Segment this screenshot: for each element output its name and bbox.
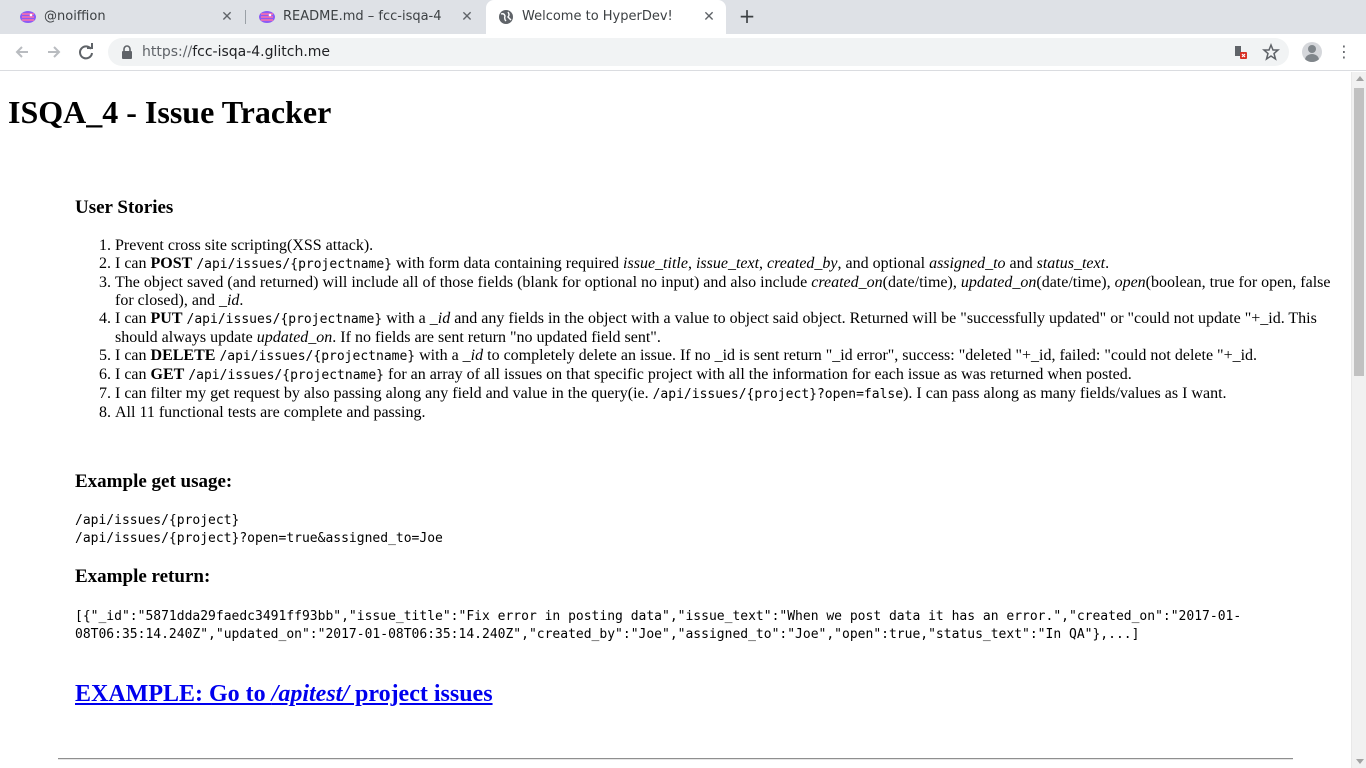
scroll-up-arrow-icon[interactable] <box>1356 76 1364 81</box>
address-bar[interactable]: https://fcc-isqa-4.glitch.me <box>108 38 1289 66</box>
user-stories-list: Prevent cross site scripting(XSS attack)… <box>75 237 1337 422</box>
close-icon[interactable]: ✕ <box>219 9 235 25</box>
tab-title: Welcome to HyperDev! <box>522 9 673 24</box>
back-arrow-icon[interactable] <box>11 41 33 63</box>
reload-icon[interactable] <box>75 41 97 63</box>
lock-icon[interactable] <box>121 45 133 59</box>
list-item: I can POST /api/issues/{projectname} wit… <box>115 255 1337 274</box>
tab-title: README.md – fcc-isqa-4 <box>283 9 442 24</box>
list-item: I can PUT /api/issues/{projectname} with… <box>115 310 1337 347</box>
tab-title: @noiffion <box>44 9 106 24</box>
scroll-thumb[interactable] <box>1354 88 1364 376</box>
web-page: ISQA_4 - Issue Tracker User Stories Prev… <box>0 72 1351 768</box>
scroll-down-arrow-icon[interactable] <box>1356 759 1364 764</box>
glitch-fish-icon <box>20 11 36 23</box>
page-scrollbar[interactable] <box>1351 72 1366 768</box>
example-get-code: /api/issues/{project}/api/issues/{projec… <box>75 513 443 546</box>
example-get-heading: Example get usage: <box>75 471 233 492</box>
user-stories-heading: User Stories <box>75 197 174 218</box>
list-item: I can GET /api/issues/{projectname} for … <box>115 366 1337 385</box>
tab-readme[interactable]: README.md – fcc-isqa-4 ✕ <box>239 0 484 34</box>
horizontal-divider <box>58 758 1293 760</box>
list-item: I can DELETE /api/issues/{projectname} w… <box>115 347 1337 366</box>
example-project-link[interactable]: EXAMPLE: Go to /apitest/ project issues <box>75 680 493 708</box>
close-icon[interactable]: ✕ <box>459 9 475 25</box>
list-item: All 11 functional tests are complete and… <box>115 404 1337 422</box>
blocked-content-icon[interactable] <box>1231 43 1249 61</box>
close-icon[interactable]: ✕ <box>701 9 717 25</box>
forward-arrow-icon[interactable] <box>43 41 65 63</box>
profile-avatar-icon[interactable] <box>1302 42 1322 62</box>
tab-strip: @noiffion ✕ README.md – fcc-isqa-4 ✕ Wel… <box>0 0 1366 34</box>
more-menu-icon[interactable]: ⋮ <box>1336 42 1352 62</box>
browser-toolbar: https://fcc-isqa-4.glitch.me ⋮ <box>0 34 1366 71</box>
list-item: I can filter my get request by also pass… <box>115 385 1337 404</box>
list-item: The object saved (and returned) will inc… <box>115 274 1337 310</box>
url-text[interactable]: https://fcc-isqa-4.glitch.me <box>142 44 330 60</box>
new-tab-button[interactable]: + <box>736 6 758 28</box>
list-item: Prevent cross site scripting(XSS attack)… <box>115 237 1337 255</box>
example-return-code: [{"_id":"5871dda29faedc3491ff93bb","issu… <box>75 609 1242 642</box>
tab-welcome[interactable]: Welcome to HyperDev! ✕ <box>486 0 726 34</box>
tab-noiffion[interactable]: @noiffion ✕ <box>0 0 244 34</box>
glitch-fish-icon <box>259 11 275 23</box>
example-return-heading: Example return: <box>75 566 211 587</box>
star-icon[interactable] <box>1262 42 1280 61</box>
page-title: ISQA_4 - Issue Tracker <box>8 94 332 130</box>
globe-icon <box>499 10 513 24</box>
